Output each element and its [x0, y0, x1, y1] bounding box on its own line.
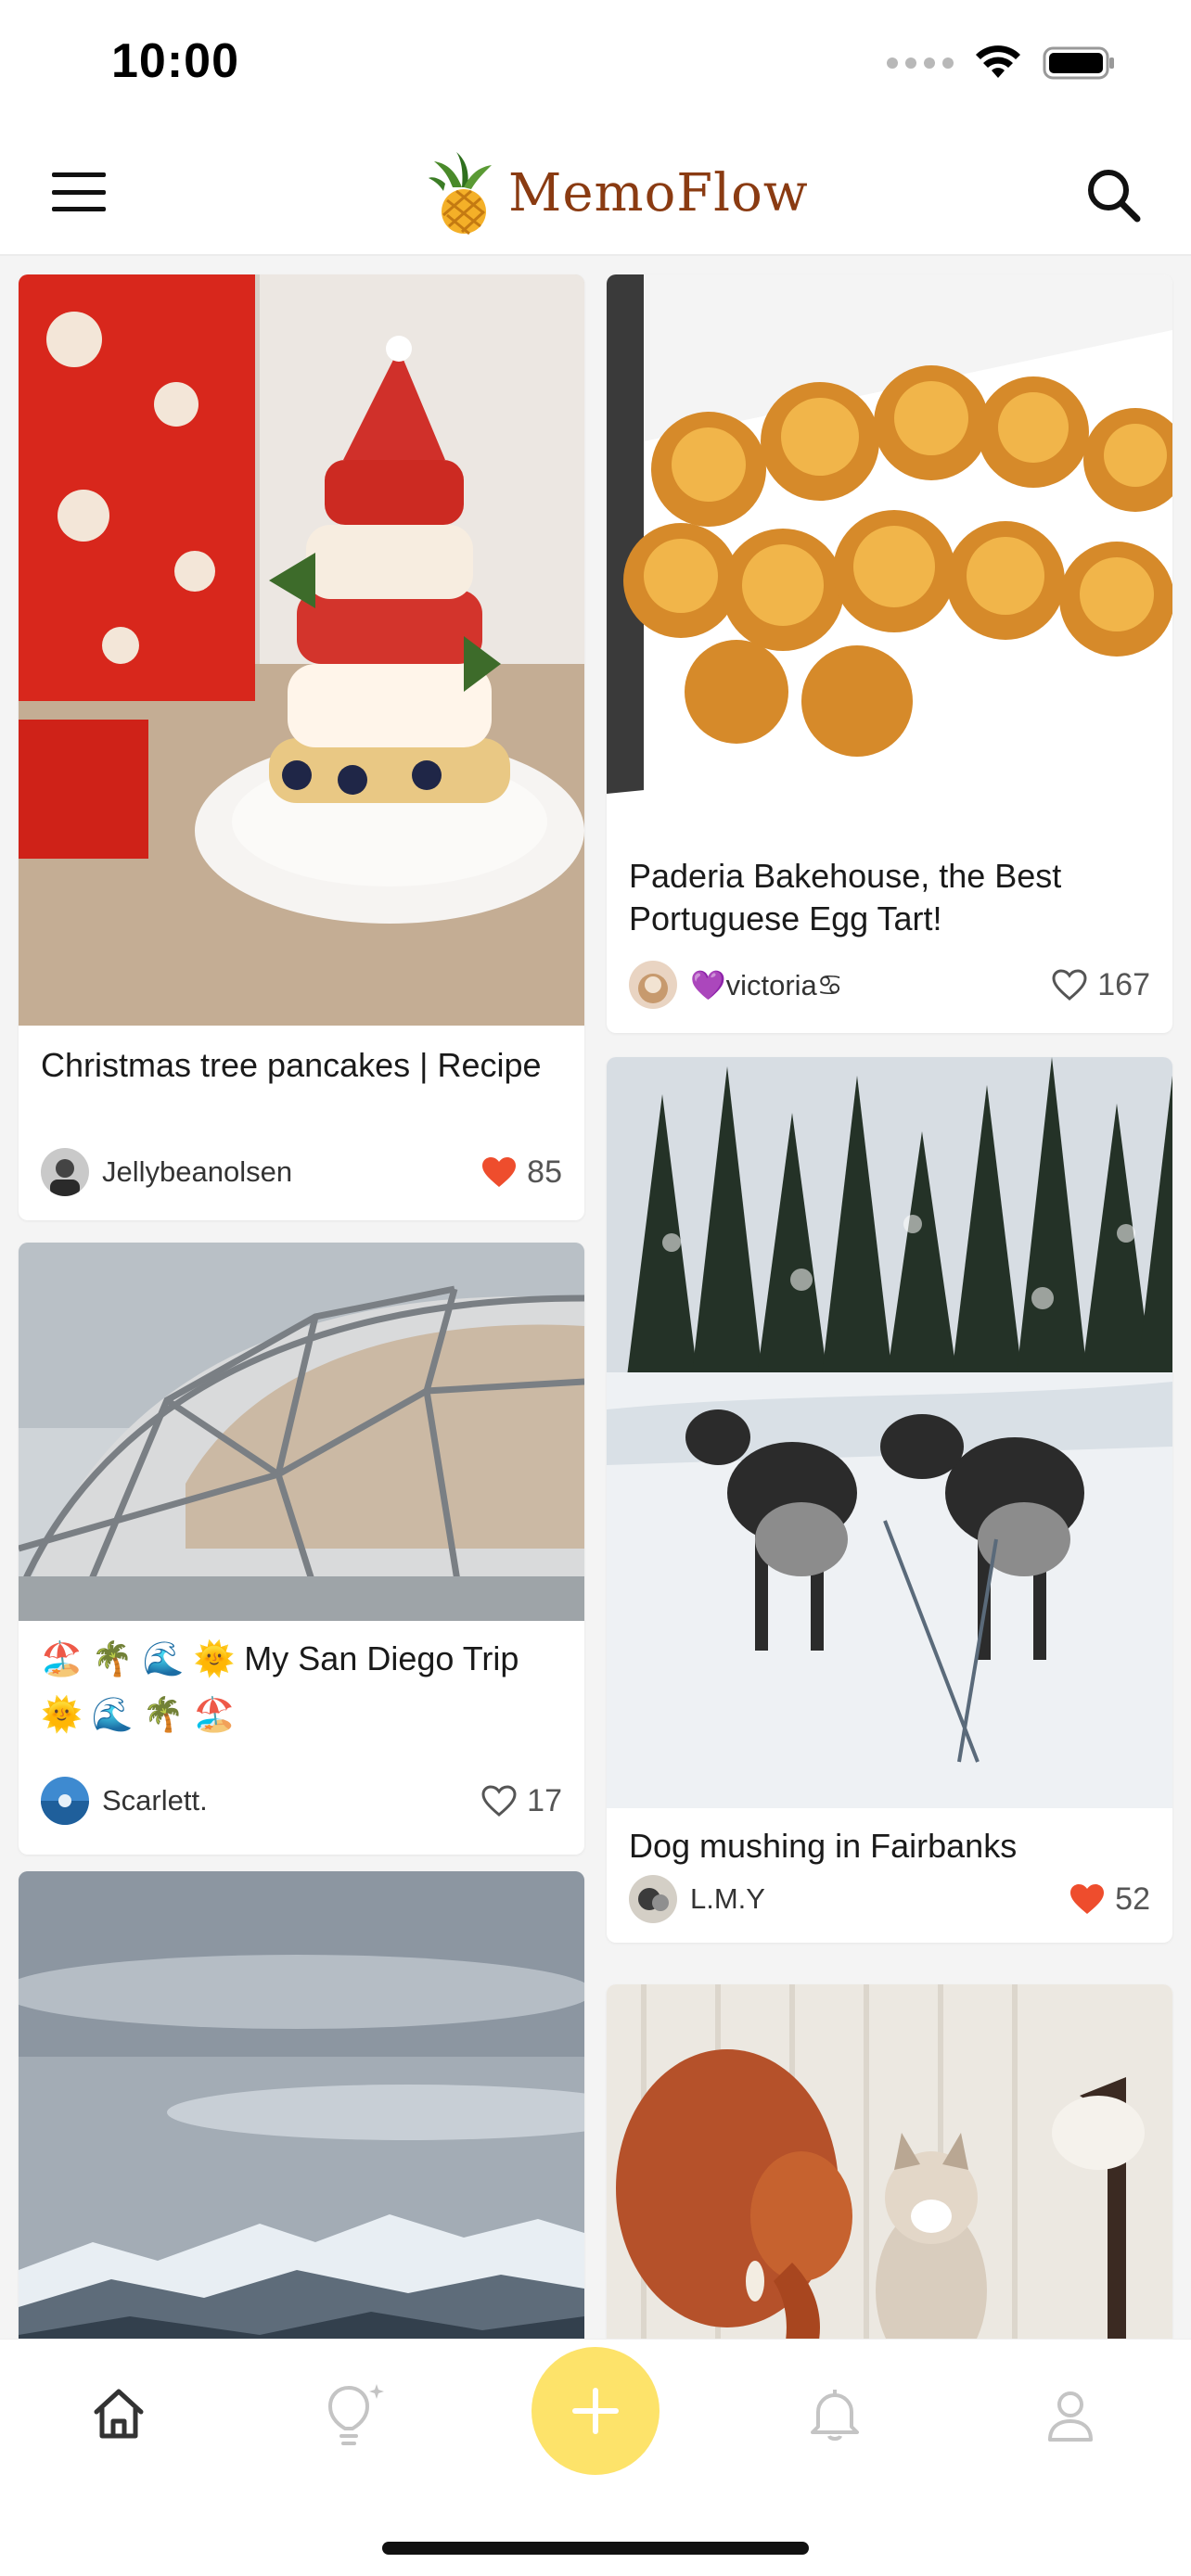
app-header: MemoFlow [0, 130, 1191, 256]
brand-logo: MemoFlow [427, 150, 809, 236]
profile-icon [1048, 2391, 1093, 2442]
sled-dogs-photo [607, 1057, 1172, 1808]
post-meta: Scarlett. 17 [41, 1775, 562, 1827]
post-title: Dog mushing in Fairbanks [629, 1827, 1018, 1865]
menu-button[interactable] [46, 169, 111, 215]
post-title: Christmas tree pancakes | Recipe [41, 1046, 542, 1084]
post-image[interactable] [607, 1057, 1172, 1808]
heart-outline-icon [1052, 969, 1087, 1001]
bell-icon [811, 2390, 859, 2441]
like-count: 52 [1115, 1881, 1150, 1917]
snowy-mountains-photo [19, 1871, 584, 2339]
bottom-nav [0, 2339, 1191, 2576]
avatar[interactable] [629, 1875, 677, 1923]
post-title-line2: 🌞 🌊 🌴 🏖️ [41, 1695, 236, 1733]
feed: Christmas tree pancakes | Recipe Jellybe… [0, 258, 1191, 2339]
nav-notifications[interactable] [798, 2377, 872, 2451]
menu-icon-bar [52, 172, 106, 177]
add-icon [572, 2388, 619, 2434]
avatar[interactable] [41, 1777, 89, 1825]
post-image[interactable] [607, 1984, 1172, 2339]
app-name: MemoFlow [508, 162, 809, 223]
lightbulb-icon [327, 2384, 384, 2445]
author-name[interactable]: L.M.Y [690, 1882, 1069, 1916]
like-button[interactable]: 167 [1051, 967, 1150, 1003]
like-button[interactable]: 85 [480, 1154, 562, 1191]
battery-icon [1043, 46, 1114, 80]
post-card[interactable]: 🏖️ 🌴 🌊 🌞 My San Diego Trip 🌞 🌊 🌴 🏖️ Scar… [19, 1243, 584, 1855]
nav-ideas[interactable] [315, 2377, 390, 2451]
post-meta: L.M.Y 52 [629, 1873, 1150, 1925]
author-name[interactable]: Scarlett. [102, 1784, 480, 1817]
menu-icon-bar [52, 189, 106, 195]
post-title: Paderia Bakehouse, the Best Portuguese E… [629, 857, 1062, 937]
add-post-button[interactable] [531, 2347, 660, 2475]
like-count: 17 [527, 1782, 562, 1818]
post-image[interactable] [19, 1871, 584, 2339]
post-title: 🏖️ 🌴 🌊 🌞 My San Diego Trip [41, 1639, 519, 1677]
home-icon [94, 2389, 144, 2439]
search-button[interactable] [1082, 163, 1146, 228]
status-time: 10:00 [111, 34, 239, 88]
post-card[interactable] [19, 1871, 584, 2339]
post-card[interactable]: Dog mushing in Fairbanks L.M.Y 52 [607, 1057, 1172, 1943]
home-indicator [382, 2542, 809, 2555]
menu-icon-bar [52, 207, 106, 211]
egg-tarts-photo [607, 274, 1172, 838]
like-count: 167 [1097, 966, 1150, 1002]
author-name[interactable]: 💜victoria♋ [690, 968, 1051, 1002]
post-meta: 💜victoria♋ 167 [629, 959, 1150, 1011]
heart-filled-icon [482, 1157, 517, 1187]
post-image[interactable] [607, 274, 1172, 838]
cat-and-elephant-photo [607, 1984, 1172, 2339]
heart-outline-icon [481, 1785, 517, 1817]
like-count: 85 [527, 1154, 562, 1190]
post-card[interactable]: Christmas tree pancakes | Recipe Jellybe… [19, 274, 584, 1220]
heart-filled-icon [1070, 1884, 1105, 1914]
post-meta: Jellybeanolsen 85 [41, 1146, 562, 1198]
geodesic-dome-photo [19, 1243, 584, 1621]
pineapple-icon [429, 152, 492, 236]
avatar[interactable] [629, 961, 677, 1009]
nav-profile[interactable] [1033, 2377, 1108, 2451]
status-bar: 10:00 [0, 0, 1191, 130]
post-card[interactable]: Paderia Bakehouse, the Best Portuguese E… [607, 274, 1172, 1033]
like-button[interactable]: 52 [1069, 1881, 1150, 1918]
author-name[interactable]: Jellybeanolsen [102, 1155, 480, 1189]
like-button[interactable]: 17 [480, 1783, 562, 1819]
status-icons [887, 45, 1117, 82]
post-card[interactable] [607, 1984, 1172, 2339]
post-image[interactable] [19, 274, 584, 1026]
signal-dots-icon [887, 57, 954, 69]
post-image[interactable] [19, 1243, 584, 1621]
christmas-tree-pancakes-photo [19, 274, 584, 1026]
wifi-icon [976, 45, 1020, 78]
avatar[interactable] [41, 1148, 89, 1196]
nav-home[interactable] [82, 2377, 156, 2451]
search-icon [1088, 170, 1141, 223]
